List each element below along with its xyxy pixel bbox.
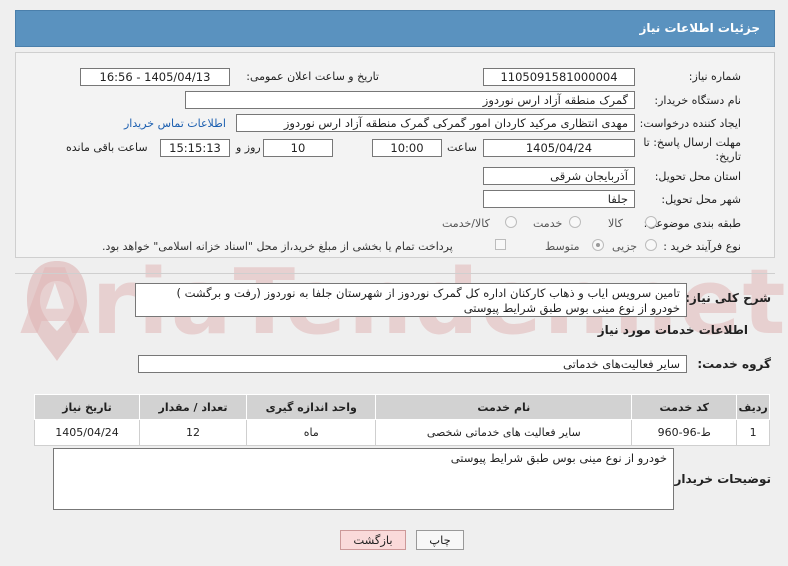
creator-label: ایجاد کننده درخواست: bbox=[639, 117, 741, 130]
process-medium-label: متوسط bbox=[545, 240, 580, 253]
section-divider bbox=[15, 273, 775, 274]
need-number-field[interactable]: 1105091581000004 bbox=[483, 68, 635, 86]
city-label: شهر محل تحویل: bbox=[661, 193, 741, 206]
category-goods-service-radio[interactable] bbox=[505, 216, 517, 228]
buyer-org-label: نام دستگاه خریدار: bbox=[654, 94, 741, 107]
summary-text-line2: خودرو از نوع مینی بوس طبق شرایط پیوستی bbox=[463, 301, 680, 315]
table-row: 1 ط-96-960 سایر فعالیت های خدماتی شخصی م… bbox=[33, 419, 770, 446]
cell-qty: 12 bbox=[139, 419, 248, 446]
category-goods-label: کالا bbox=[608, 217, 623, 230]
buyer-notes-text: خودرو از نوع مینی بوس طبق شرایط پیوستی bbox=[450, 451, 667, 465]
col-code-header: کد خدمت bbox=[631, 394, 738, 420]
city-field[interactable]: جلفا bbox=[483, 190, 635, 208]
deadline-label: مهلت ارسال پاسخ: تا bbox=[643, 136, 741, 149]
process-minor-radio[interactable] bbox=[645, 239, 657, 251]
deadline-time-field[interactable]: 10:00 bbox=[372, 139, 442, 157]
col-row-header: ردیف bbox=[736, 394, 770, 420]
treasury-payment-checkbox[interactable] bbox=[495, 239, 506, 250]
col-qty-header: تعداد / مقدار bbox=[139, 394, 248, 420]
creator-field[interactable]: مهدی انتظاری مرکید کاردان امور گمرکی گمر… bbox=[236, 114, 635, 132]
summary-label: شرح کلی نیاز: bbox=[685, 291, 771, 305]
table-header-row: ردیف کد خدمت نام خدمت واحد اندازه گیری ت… bbox=[33, 394, 770, 420]
summary-textbox[interactable]: تامین سرویس ایاب و ذهاب کارکنان اداره کل… bbox=[135, 283, 687, 317]
deadline-date-field[interactable]: 1405/04/24 bbox=[483, 139, 635, 157]
province-label: استان محل تحویل: bbox=[654, 170, 741, 183]
buyer-notes-textbox[interactable]: خودرو از نوع مینی بوس طبق شرایط پیوستی bbox=[53, 448, 674, 510]
summary-text-line1: تامین سرویس ایاب و ذهاب کارکنان اداره کل… bbox=[176, 286, 680, 300]
cell-code: ط-96-960 bbox=[631, 419, 738, 446]
cell-name: سایر فعالیت های خدماتی شخصی bbox=[375, 419, 633, 446]
print-button[interactable]: چاپ bbox=[416, 530, 464, 550]
category-service-radio[interactable] bbox=[569, 216, 581, 228]
page-title: جزئیات اطلاعات نیاز bbox=[639, 21, 760, 35]
need-number-label: شماره نیاز: bbox=[688, 70, 741, 83]
services-table: ردیف کد خدمت نام خدمت واحد اندازه گیری ت… bbox=[33, 394, 770, 446]
treasury-payment-note: پرداخت تمام یا بخشی از مبلغ خرید،از محل … bbox=[102, 240, 453, 253]
services-section-title: اطلاعات خدمات مورد نیاز bbox=[597, 323, 748, 337]
days-label: روز و bbox=[236, 141, 261, 154]
col-name-header: نام خدمت bbox=[375, 394, 633, 420]
buyer-contact-link[interactable]: اطلاعات تماس خریدار bbox=[124, 117, 226, 130]
category-label: طبقه بندی موضوعی: bbox=[643, 217, 741, 230]
category-service-label: خدمت bbox=[533, 217, 563, 230]
buyer-notes-label: توضیحات خریدار: bbox=[669, 472, 771, 486]
cell-row: 1 bbox=[736, 419, 770, 446]
process-medium-radio[interactable] bbox=[592, 239, 604, 251]
cell-unit: ماه bbox=[246, 419, 377, 446]
time-remaining-field[interactable]: 15:15:13 bbox=[160, 139, 230, 157]
service-group-field[interactable]: سایر فعالیت‌های خدماتی bbox=[138, 355, 687, 373]
days-remaining-field[interactable]: 10 bbox=[263, 139, 333, 157]
col-date-header: تاریخ نیاز bbox=[33, 394, 141, 420]
category-goods-service-label: کالا/خدمت bbox=[442, 217, 490, 230]
deadline-date-label: تاریخ: bbox=[715, 150, 741, 163]
deadline-time-label: ساعت bbox=[447, 141, 477, 154]
time-remaining-label: ساعت باقی مانده bbox=[66, 141, 148, 154]
header-bar: جزئیات اطلاعات نیاز bbox=[15, 10, 775, 47]
province-field[interactable]: آذربایجان شرقی bbox=[483, 167, 635, 185]
buyer-org-field[interactable]: گمرک منطقه آزاد ارس نوردوز bbox=[185, 91, 635, 109]
announce-date-label: تاریخ و ساعت اعلان عمومی: bbox=[246, 70, 379, 83]
service-group-label: گروه خدمت: bbox=[697, 357, 771, 371]
col-unit-header: واحد اندازه گیری bbox=[246, 394, 377, 420]
back-button[interactable]: بازگشت bbox=[340, 530, 406, 550]
process-label: نوع فرآیند خرید : bbox=[663, 240, 741, 253]
category-goods-radio[interactable] bbox=[645, 216, 657, 228]
process-minor-label: جزیی bbox=[612, 240, 638, 253]
cell-date: 1405/04/24 bbox=[33, 419, 141, 446]
announce-date-field[interactable]: 1405/04/13 - 16:56 bbox=[80, 68, 230, 86]
